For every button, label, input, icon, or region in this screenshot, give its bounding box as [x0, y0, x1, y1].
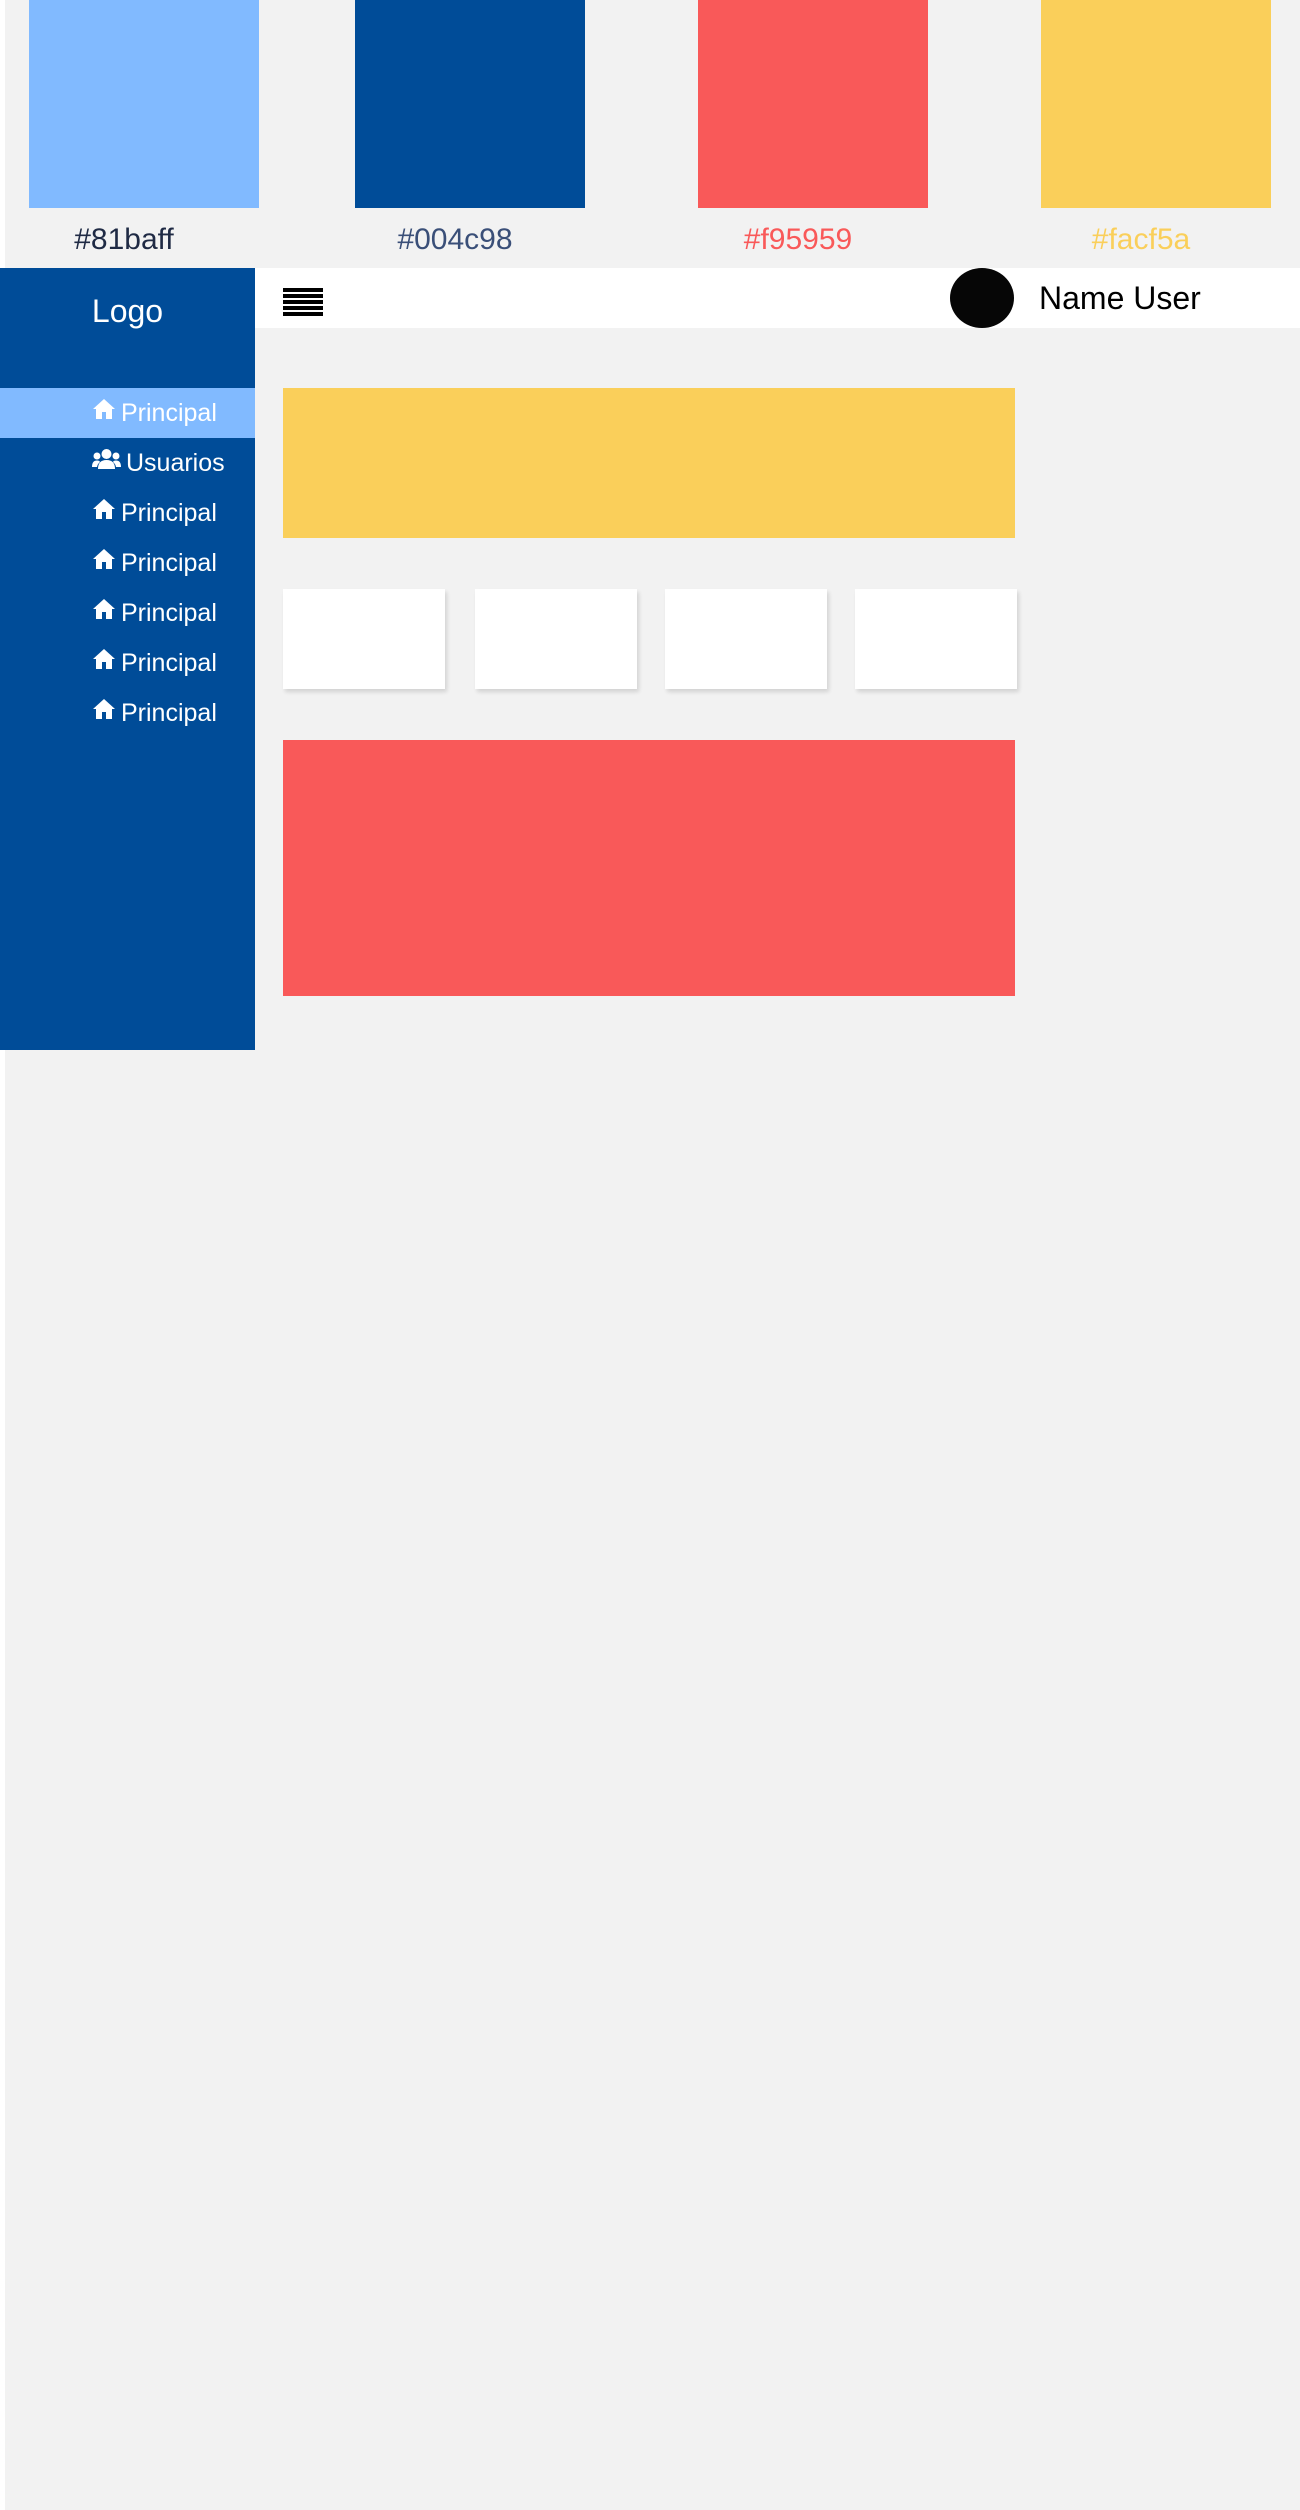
top-banner-panel: [283, 388, 1015, 538]
user-name[interactable]: Name User: [1039, 268, 1201, 328]
color-label: #f95959: [743, 223, 853, 256]
color-swatch-yellow: [1041, 0, 1271, 208]
sidebar-item-usuarios[interactable]: Usuarios: [0, 438, 255, 488]
sidebar-nav: Principal Usuarios Principal Principal P…: [0, 388, 255, 738]
home-icon: [92, 587, 116, 637]
logo[interactable]: Logo: [0, 292, 255, 330]
home-icon: [92, 387, 116, 437]
users-icon: [92, 437, 121, 487]
color-swatch-dark-blue: [355, 0, 585, 208]
sidebar: Logo Principal Usuarios Principal Princi…: [0, 268, 255, 1050]
color-label: #81baff: [74, 223, 174, 256]
sidebar-item-principal[interactable]: Principal: [0, 538, 255, 588]
summary-card: [855, 589, 1017, 689]
avatar[interactable]: [950, 268, 1014, 328]
sidebar-item-principal[interactable]: Principal: [0, 688, 255, 738]
bottom-banner-panel: [283, 740, 1015, 996]
color-label: #004c98: [397, 223, 513, 256]
sidebar-item-label: Usuarios: [126, 449, 225, 477]
hamburger-menu-icon[interactable]: [283, 288, 323, 316]
sidebar-item-label: Principal: [121, 649, 217, 677]
sidebar-item-label: Principal: [121, 499, 217, 527]
color-swatch-light-blue: [29, 0, 259, 208]
sidebar-item-principal[interactable]: Principal: [0, 588, 255, 638]
summary-card: [665, 589, 827, 689]
home-icon: [92, 637, 116, 687]
sidebar-item-label: Principal: [121, 549, 217, 577]
sidebar-item-label: Principal: [121, 699, 217, 727]
summary-card: [475, 589, 637, 689]
sidebar-item-principal[interactable]: Principal: [0, 488, 255, 538]
home-icon: [92, 537, 116, 587]
sidebar-item-principal[interactable]: Principal: [0, 638, 255, 688]
sidebar-item-label: Principal: [121, 599, 217, 627]
home-icon: [92, 487, 116, 537]
summary-card: [283, 589, 445, 689]
sidebar-item-label: Principal: [121, 399, 217, 427]
color-swatch-red: [698, 0, 928, 208]
sidebar-item-principal[interactable]: Principal: [0, 388, 255, 438]
page: #81baff #004c98 #f95959 #facf5a Logo Pri…: [0, 0, 1300, 2510]
top-bar: Name User: [255, 268, 1300, 328]
color-label: #facf5a: [1091, 223, 1191, 256]
home-icon: [92, 687, 116, 737]
